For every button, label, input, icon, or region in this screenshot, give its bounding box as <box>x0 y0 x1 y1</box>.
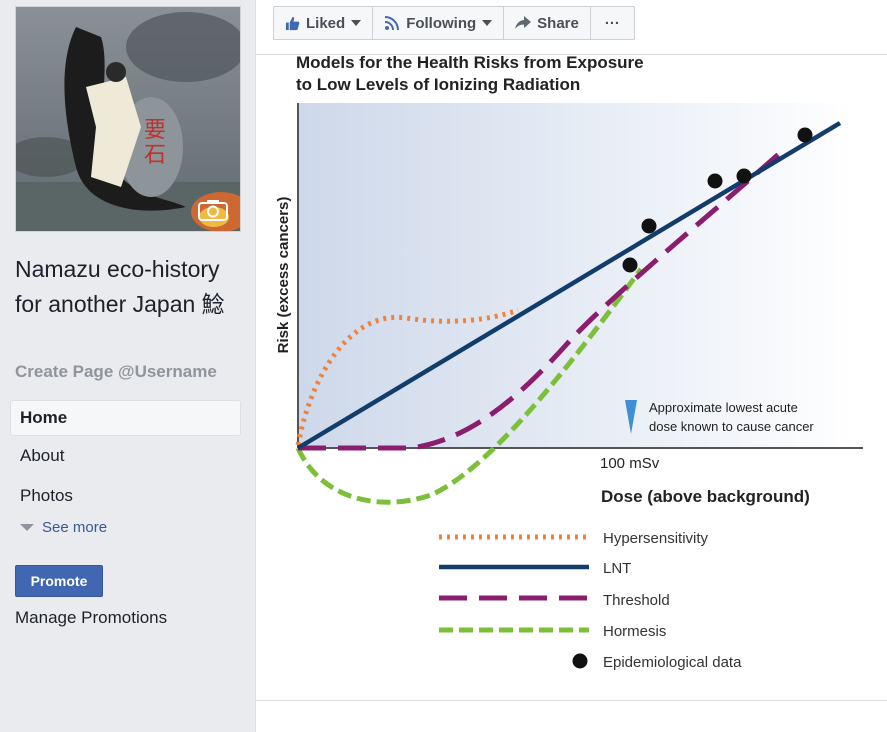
liked-button[interactable]: Liked <box>274 7 374 39</box>
page-profile-picture[interactable]: 要 石 <box>15 6 241 232</box>
chart-title-line-2: to Low Levels of Ionizing Radiation <box>296 75 580 94</box>
liked-label: Liked <box>306 14 346 32</box>
page-title[interactable]: Namazu eco-history for another Japan 鯰 <box>15 252 250 322</box>
data-point <box>797 127 813 143</box>
legend-label-hormesis: Hormesis <box>603 623 666 640</box>
data-point <box>641 218 657 234</box>
ellipsis-icon: ··· <box>604 14 620 32</box>
data-point <box>622 257 638 273</box>
sidebar-item-about[interactable]: About <box>10 438 241 474</box>
annotation-line-2: dose known to cause cancer <box>649 419 814 434</box>
legend-swatch-epidemiological <box>572 653 588 669</box>
legend-label-hypersensitivity: Hypersensitivity <box>603 530 709 547</box>
legend-label-lnt: LNT <box>603 560 631 577</box>
chart-legend: Hypersensitivity LNT Threshold Hormesis … <box>439 530 742 671</box>
following-label: Following <box>406 14 477 32</box>
promote-button[interactable]: Promote <box>15 565 103 597</box>
rss-icon <box>385 16 400 31</box>
manage-promotions-link[interactable]: Manage Promotions <box>15 608 167 628</box>
x-tick-label: 100 mSv <box>600 455 660 472</box>
more-options-button[interactable]: ··· <box>591 7 634 39</box>
data-point <box>707 173 723 189</box>
chevron-down-icon <box>20 524 34 531</box>
camera-icon[interactable] <box>198 199 228 221</box>
legend-label-epidemiological: Epidemiological data <box>603 654 742 671</box>
thumbs-up-icon <box>285 16 300 30</box>
share-button[interactable]: Share <box>504 7 591 39</box>
svg-text:石: 石 <box>144 143 166 168</box>
legend-label-threshold: Threshold <box>603 592 670 609</box>
radiation-risk-chart: Models for the Health Risks from Exposur… <box>275 55 863 671</box>
y-axis-label: Risk (excess cancers) <box>275 197 292 354</box>
annotation-line-1: Approximate lowest acute <box>649 400 798 415</box>
chart-title-line-1: Models for the Health Risks from Exposur… <box>296 55 644 72</box>
svg-text:要: 要 <box>144 118 166 143</box>
post-image[interactable]: Models for the Health Risks from Exposur… <box>255 55 887 732</box>
share-label: Share <box>537 14 579 32</box>
caret-down-icon <box>482 20 493 26</box>
following-button[interactable]: Following <box>373 7 505 39</box>
sidebar-item-home[interactable]: Home <box>10 400 241 436</box>
action-button-group: Liked Following Share ··· <box>273 6 635 40</box>
page-action-bar: Liked Following Share ··· <box>255 0 887 55</box>
see-more-link[interactable]: See more <box>20 519 107 536</box>
see-more-label: See more <box>42 519 108 536</box>
page-sidebar: 要 石 Namazu eco-history for another Japan… <box>0 0 255 732</box>
sidebar-item-photos[interactable]: Photos <box>10 478 241 514</box>
data-point <box>736 168 752 184</box>
caret-down-icon <box>351 20 362 26</box>
post-footer <box>256 700 887 732</box>
create-username-link[interactable]: Create Page @Username <box>15 362 217 382</box>
x-axis-label: Dose (above background) <box>601 487 810 506</box>
share-arrow-icon <box>515 16 532 29</box>
